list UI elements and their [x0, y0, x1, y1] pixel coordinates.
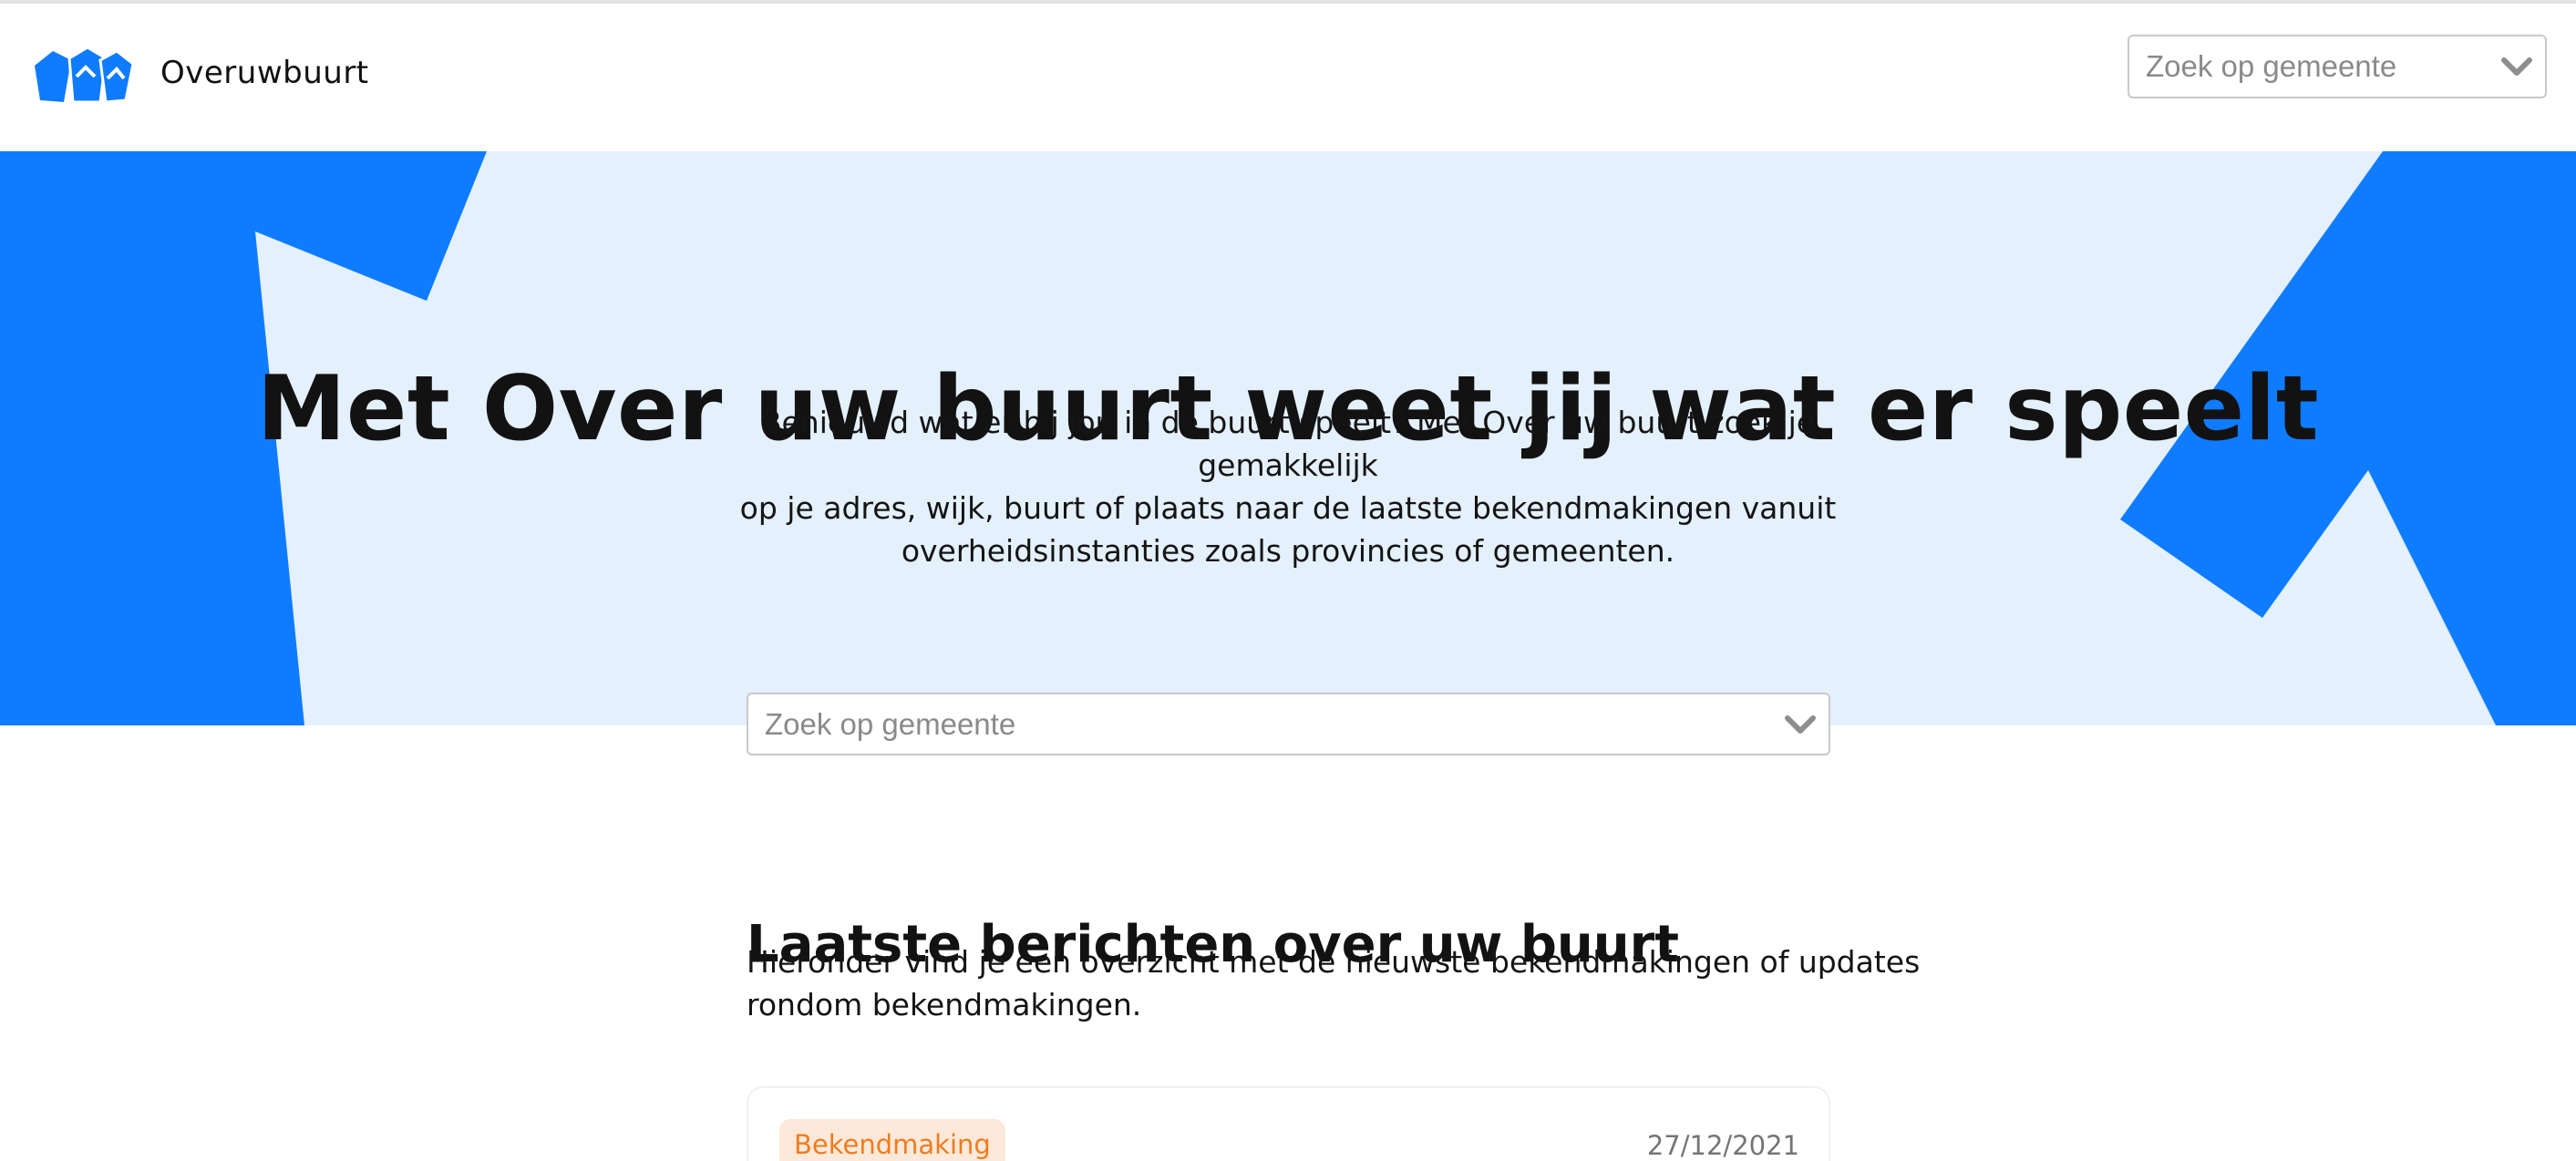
announcement-date: 27/12/2021: [1646, 1130, 1799, 1161]
hero-description-line: op je adres, wijk, buurt of plaats naar …: [739, 490, 1837, 526]
announcement-type-badge: Bekendmaking: [779, 1119, 1005, 1161]
hero-description: Benieuwd wat er bij jou in de buurt spee…: [696, 401, 1880, 572]
hero-section: Met Over uw buurt weet jij wat er speelt…: [0, 151, 2576, 725]
brand-name[interactable]: Overuwbuurt: [160, 55, 369, 91]
houses-logo-icon[interactable]: [33, 46, 135, 106]
hero-municipality-select[interactable]: Zoek op gemeente: [747, 693, 1830, 755]
latest-description-line: rondom bekendmakingen.: [747, 987, 1142, 1022]
latest-description-line: Hieronder vind je een overzicht met de n…: [747, 944, 1921, 980]
page: Overuwbuurt Zoek op gemeente Met Over uw…: [0, 0, 2576, 1161]
site-header: Overuwbuurt Zoek op gemeente: [0, 4, 2576, 151]
header-municipality-select[interactable]: Zoek op gemeente: [2128, 35, 2547, 98]
hero-description-line: overheidsinstanties zoals provincies of …: [901, 533, 1675, 569]
announcement-card[interactable]: Bekendmaking 27/12/2021: [747, 1086, 1830, 1161]
chevron-down-icon[interactable]: [2499, 54, 2534, 79]
header-select-placeholder: Zoek op gemeente: [2146, 49, 2397, 83]
hero-description-line: Benieuwd wat er bij jou in de buurt spee…: [760, 405, 1816, 483]
hero-select-placeholder: Zoek op gemeente: [765, 706, 1016, 741]
chevron-down-icon[interactable]: [1783, 712, 1818, 737]
latest-section-description: Hieronder vind je een overzicht met de n…: [747, 940, 1932, 1026]
